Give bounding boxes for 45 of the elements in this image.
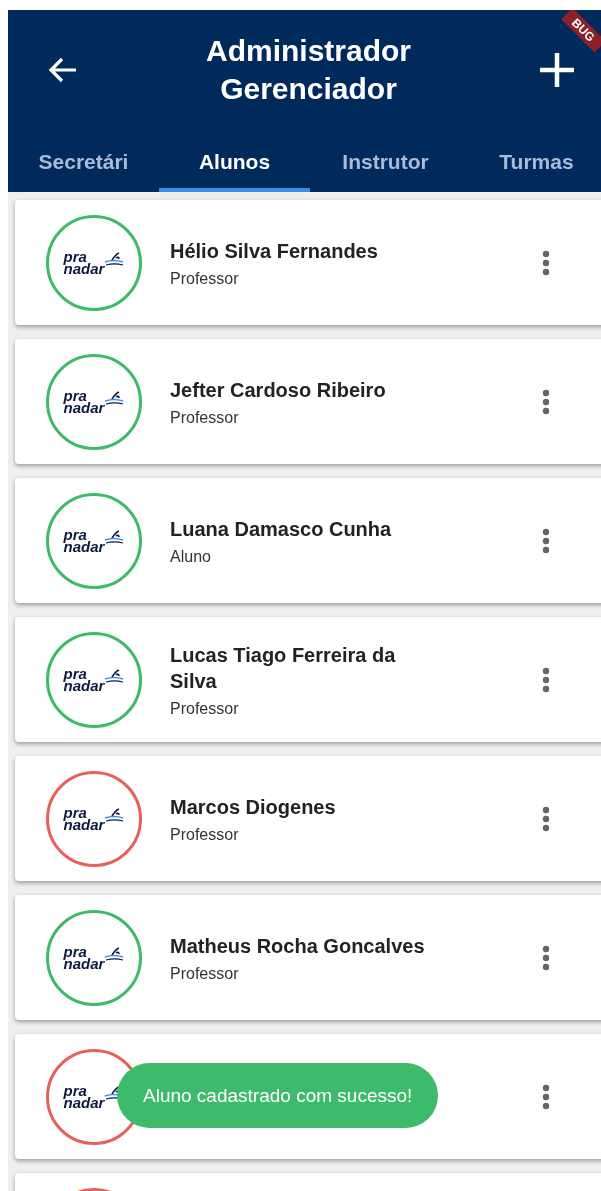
more-options-icon[interactable] [542, 249, 550, 276]
person-role: Aluno [170, 547, 212, 566]
more-options-icon[interactable] [542, 805, 550, 832]
tab[interactable]: Instrutor [310, 130, 461, 192]
logo-text: pra [63, 667, 87, 680]
more-options-icon[interactable] [542, 388, 550, 415]
logo-text: pra [63, 945, 87, 958]
person-role: Professor [170, 964, 240, 983]
person-name: Matheus Rocha Goncalves [170, 933, 426, 959]
more-options-icon[interactable] [542, 944, 550, 971]
swimmer-icon [104, 250, 125, 267]
person-name: Marcos Diogenes [170, 794, 337, 820]
toast-message: Aluno cadastrado com sucesso! [117, 1063, 439, 1128]
swimmer-icon [104, 806, 125, 823]
person-card[interactable]: pra nadar Matheus Rocha Goncalves Professor [15, 895, 601, 1020]
more-options-icon[interactable] [542, 1083, 550, 1110]
person-name: Luana Damasco Cunha [170, 516, 393, 542]
swimmer-icon [104, 389, 125, 406]
logo-text: pra [63, 250, 87, 263]
tab[interactable]: Secretári [8, 130, 159, 192]
person-card[interactable]: pra nadar Jefter Cardoso Ribeiro Professor [15, 339, 601, 464]
person-role: Professor [170, 699, 240, 718]
person-role: Professor [170, 408, 240, 427]
back-arrow-icon[interactable] [48, 57, 78, 83]
person-card[interactable]: pra nadar Luana Damasco Cunha Aluno [15, 478, 601, 603]
more-options-icon[interactable] [542, 666, 550, 693]
add-icon[interactable] [539, 52, 575, 88]
more-options-icon[interactable] [542, 527, 550, 554]
person-name: Jefter Cardoso Ribeiro [170, 377, 387, 403]
swimmer-icon [104, 528, 125, 545]
logo-text: pra [63, 806, 87, 819]
person-card[interactable]: pra nadar Marcos Diogenes Professor [15, 756, 601, 881]
logo-text: pra [63, 1084, 87, 1097]
logo-text: pra [63, 528, 87, 541]
swimmer-icon [104, 667, 125, 684]
person-card[interactable]: pra nadar Lucas Tiago Ferreira da Silva Professor [15, 617, 601, 742]
logo-text: pra [63, 389, 87, 402]
swimmer-icon [104, 945, 125, 962]
person-role: Professor [170, 825, 240, 844]
tab[interactable]: Turmas [461, 130, 601, 192]
person-role: Professor [170, 269, 240, 288]
person-name: Lucas Tiago Ferreira da Silva [170, 642, 397, 694]
person-name: Hélio Silva Fernandes [170, 238, 379, 264]
person-card[interactable]: pra nadar Hélio Silva Fernandes Professor [15, 200, 601, 325]
app-bar-title: Administrador Gerenciador [205, 33, 412, 107]
